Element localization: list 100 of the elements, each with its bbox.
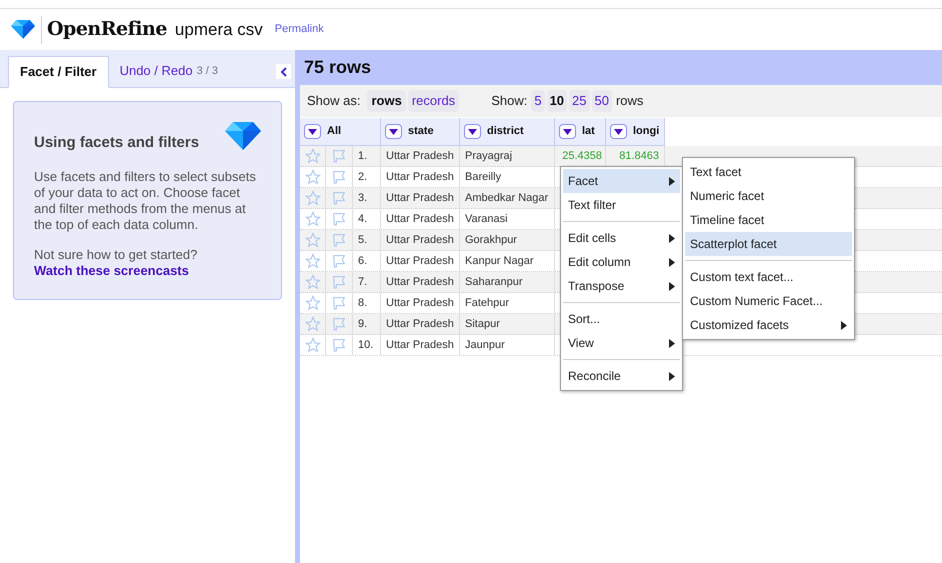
flag-icon[interactable] — [331, 148, 347, 164]
table-cell-text: Uttar Pradesh — [386, 254, 454, 269]
row-count: 75 rows — [304, 56, 372, 79]
caret-icon — [563, 128, 572, 134]
diamond-icon — [225, 122, 261, 150]
table-cell-text: 25.4358 — [562, 148, 602, 164]
table-cell-text: Sitapur — [465, 316, 500, 332]
menu-item[interactable]: Edit cells — [563, 226, 680, 250]
table-cell-text: Uttar Pradesh — [386, 296, 454, 311]
column-header[interactable]: All — [300, 118, 381, 146]
menu-item[interactable]: Reconcile — [563, 364, 680, 388]
flag-icon[interactable] — [331, 337, 347, 353]
submenu-arrow-icon — [669, 372, 675, 380]
flag-icon[interactable] — [331, 316, 347, 332]
table-cell-text: Kanpur Nagar — [465, 254, 534, 269]
app-logo: OpenRefine — [47, 17, 167, 42]
row-index: 2. — [358, 170, 368, 185]
star-icon[interactable] — [304, 316, 320, 332]
menu-item[interactable]: Sort... — [563, 307, 680, 331]
row-index: 1. — [358, 148, 368, 164]
screencasts-link[interactable]: Watch these screencasts — [34, 262, 261, 278]
table-cell-text: Uttar Pradesh — [386, 274, 454, 290]
table-cell-text: Varanasi — [465, 212, 508, 227]
page-size-option[interactable]: 10 — [546, 90, 568, 112]
star-icon[interactable] — [304, 253, 320, 269]
table-cell-text: Saharanpur — [465, 274, 522, 290]
show-label: Show: — [491, 92, 528, 110]
star-icon[interactable] — [304, 211, 320, 227]
chevron-left-icon — [280, 66, 288, 76]
help-text: Use facets and filters to select subsets of your data to act on. Choose facet and filter methods from the menus at the top of each data column. — [34, 168, 257, 232]
star-icon[interactable] — [304, 190, 320, 206]
page-size-option[interactable]: 50 — [592, 90, 612, 112]
panel-tab[interactable]: Undo / Redo 3 / 3 — [108, 55, 229, 87]
submenu-arrow-icon — [841, 320, 847, 330]
logo-icon — [11, 20, 35, 39]
caret-icon — [308, 128, 317, 134]
flag-icon[interactable] — [331, 190, 347, 206]
table-cell-text: Uttar Pradesh — [386, 232, 454, 248]
table-cell-text: Fatehpur — [465, 296, 510, 311]
dropdown-button[interactable] — [385, 124, 402, 139]
table-cell-text: Jaunpur — [465, 338, 505, 353]
menu-item[interactable]: Text facet — [685, 160, 852, 184]
page-size-option[interactable]: 5 — [531, 90, 545, 112]
menu-item[interactable]: Customized facets — [685, 313, 852, 337]
table-cell-text: Uttar Pradesh — [386, 170, 454, 185]
menu-item[interactable]: View — [563, 331, 680, 355]
menu-item[interactable]: Facet — [563, 169, 680, 193]
menu-item[interactable]: Custom Numeric Facet... — [685, 289, 852, 313]
star-icon[interactable] — [304, 232, 320, 248]
column-header[interactable]: longi — [606, 118, 665, 146]
permalink-link[interactable]: Permalink — [274, 21, 324, 38]
row-index: 4. — [358, 212, 368, 227]
submenu-arrow-icon — [669, 176, 675, 186]
row-index: 5. — [358, 232, 368, 248]
menu-item[interactable]: Timeline facet — [685, 208, 852, 232]
view-mode-toggle[interactable]: records — [408, 90, 460, 112]
flag-icon[interactable] — [331, 211, 347, 227]
row-index: 3. — [358, 190, 368, 206]
caret-icon — [389, 128, 398, 134]
star-icon[interactable] — [304, 169, 320, 185]
dropdown-button[interactable] — [304, 124, 321, 139]
flag-icon[interactable] — [331, 295, 347, 311]
star-icon[interactable] — [304, 274, 320, 290]
page-size-option[interactable]: 25 — [569, 90, 590, 112]
page-size-suffix: rows — [616, 92, 644, 110]
flag-icon[interactable] — [331, 169, 347, 185]
dropdown-button[interactable] — [559, 124, 576, 139]
row-index: 7. — [358, 274, 368, 290]
caret-icon — [614, 128, 623, 134]
submenu-arrow-icon — [669, 338, 675, 348]
menu-item[interactable]: Custom text facet... — [685, 265, 852, 289]
panel-tab[interactable]: Facet / Filter — [8, 56, 109, 88]
table-cell-text: Bareilly — [465, 170, 502, 185]
flag-icon[interactable] — [331, 232, 347, 248]
star-icon[interactable] — [304, 148, 320, 164]
flag-icon[interactable] — [331, 274, 347, 290]
help-title: Using facets and filters — [34, 133, 200, 153]
menu-item[interactable]: Scatterplot facet — [685, 232, 852, 256]
table-cell-text: Uttar Pradesh — [386, 316, 454, 332]
menu-item[interactable]: Numeric facet — [685, 184, 852, 208]
menu-item[interactable]: Text filter — [563, 193, 680, 217]
table-cell-text: Uttar Pradesh — [386, 212, 454, 227]
star-icon[interactable] — [304, 337, 320, 353]
show-as-label: Show as: — [307, 92, 360, 110]
column-header[interactable]: district — [460, 118, 555, 146]
collapse-button[interactable] — [276, 64, 291, 79]
column-header[interactable]: lat — [555, 118, 606, 146]
table-cell-text: Prayagraj — [465, 148, 512, 164]
menu-item[interactable]: Transpose — [563, 274, 680, 298]
view-mode-toggle[interactable]: rows — [367, 90, 406, 112]
menu-item[interactable]: Edit column — [563, 250, 680, 274]
dropdown-button[interactable] — [464, 124, 481, 139]
project-name: upmera csv — [174, 18, 263, 41]
column-header[interactable]: state — [381, 118, 460, 146]
submenu-arrow-icon — [669, 234, 675, 242]
flag-icon[interactable] — [331, 253, 347, 269]
star-icon[interactable] — [304, 295, 320, 311]
submenu-arrow-icon — [669, 282, 675, 290]
table-cell-text: 81.8463 — [619, 148, 659, 164]
dropdown-button[interactable] — [610, 124, 627, 139]
